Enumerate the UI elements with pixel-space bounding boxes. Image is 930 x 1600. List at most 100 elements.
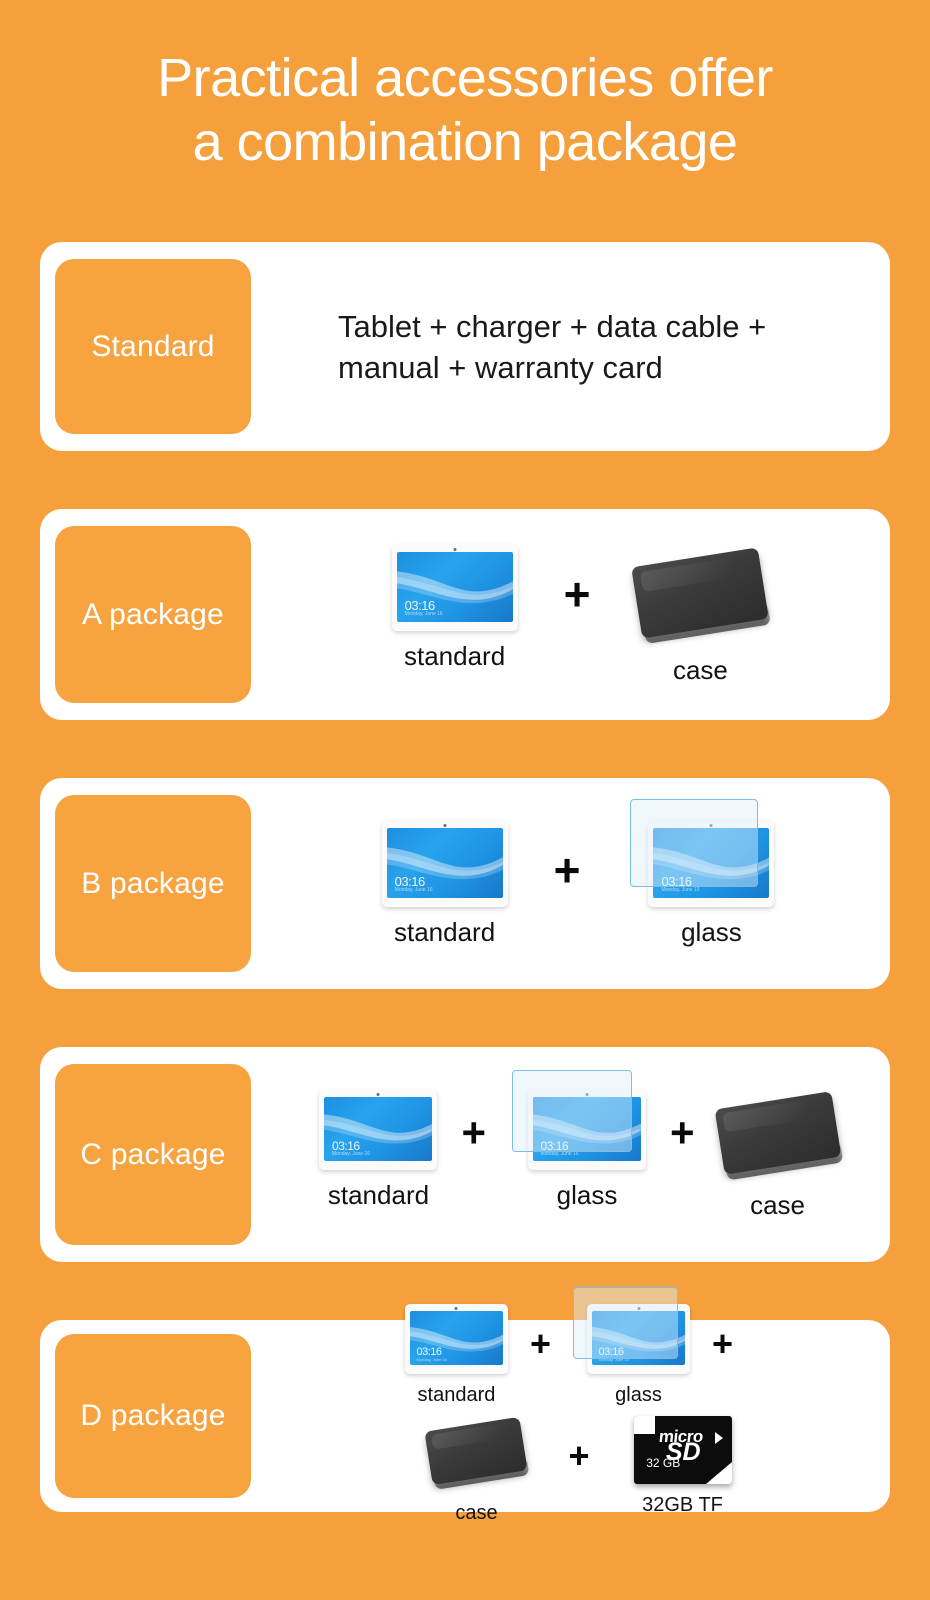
tablet-icon: 03:16 Monday, June 16 [587, 1304, 690, 1374]
camera-dot-icon [376, 1092, 380, 1096]
item-glass: 03:16 Monday, June 16 glass [630, 798, 775, 947]
package-label-text: Standard [91, 329, 215, 363]
tablet-screen: 03:16 Monday, June 16 [324, 1096, 433, 1161]
tablet-clock-sub: Monday, June 16 [416, 1356, 447, 1362]
tablet-screen: 03:16 Monday, June 16 [533, 1096, 641, 1161]
standard-description: Tablet + charger + data cable + manual +… [338, 308, 767, 385]
package-label-c: C package [55, 1064, 251, 1245]
package-label-a: A package [55, 526, 251, 703]
plus-separator: + [670, 1108, 695, 1156]
package-content-d: 03:16 Monday, June 16 standard + 03:16 M… [266, 1287, 890, 1524]
package-content-a: 03:16 Monday, June 16 standard + case [266, 509, 890, 720]
plus-separator: + [461, 1108, 486, 1156]
item-caption: glass [615, 1384, 662, 1406]
item-standard: 03:16 Monday, June 16 standard [404, 1304, 508, 1410]
page-title: Practical accessories offer a combinatio… [0, 0, 930, 174]
tablet-icon: 03:16 Monday, June 16 [391, 544, 518, 631]
package-items-d-row-2: case + micro SD 32 GB 32GB TF [284, 1416, 876, 1528]
package-content-b: 03:16 Monday, June 16 standard + 03:16 M… [266, 778, 890, 989]
case-icon [424, 1416, 530, 1490]
sdcard-arrow-icon [714, 1432, 723, 1445]
package-items-d-row-1: 03:16 Monday, June 16 standard + 03:16 M… [284, 1287, 876, 1410]
camera-dot-icon [453, 547, 457, 551]
tablet-screen: 03:16 Monday, June 16 [592, 1311, 685, 1365]
item-case: case [714, 1090, 844, 1220]
tablet-clock-sub: Monday, June 16 [394, 887, 433, 894]
item-glass: 03:16 Monday, June 16 glass [573, 1287, 690, 1410]
sdcard-capacity-text: 32 GB [646, 1456, 681, 1471]
tablet-clock-sub: Monday, June 16 [332, 1150, 371, 1157]
tablet-clock-sub: Monday, June 16 [540, 1150, 579, 1157]
item-caption: case [455, 1502, 498, 1524]
item-caption: case [672, 654, 728, 685]
tablet-screen: 03:16 Monday, June 16 [396, 551, 513, 622]
item-caption: case [750, 1189, 805, 1220]
plus-separator: + [529, 1323, 551, 1364]
tablet-icon: 03:16 Monday, June 16 [648, 820, 775, 907]
item-standard: 03:16 Monday, June 16 standard [391, 544, 518, 671]
item-caption: standard [417, 1384, 496, 1406]
package-label-text: A package [82, 597, 224, 631]
tablet-screen: 03:16 Monday, June 16 [653, 827, 770, 898]
tablet-icon: 03:16 Monday, June 16 [528, 1089, 646, 1170]
item-case: case [424, 1416, 530, 1528]
package-items-b: 03:16 Monday, June 16 standard + 03:16 M… [266, 798, 890, 947]
package-list: Standard Tablet + charger + data cable +… [40, 242, 890, 1524]
item-caption: standard [403, 640, 506, 671]
package-items-c: 03:16 Monday, June 16 standard + 03:16 M… [266, 1069, 890, 1220]
camera-dot-icon [709, 823, 713, 827]
glass-icon: 03:16 Monday, June 16 [630, 798, 775, 907]
package-content-standard: Tablet + charger + data cable + manual +… [266, 242, 890, 451]
package-content-c: 03:16 Monday, June 16 standard + 03:16 M… [266, 1047, 890, 1262]
tablet-clock-sub: Monday, June 16 [598, 1356, 629, 1362]
package-items-d: 03:16 Monday, June 16 standard + 03:16 M… [266, 1287, 890, 1528]
item-glass: 03:16 Monday, June 16 glass [512, 1069, 646, 1210]
item-standard: 03:16 Monday, June 16 standard [381, 820, 508, 947]
camera-dot-icon [585, 1092, 589, 1096]
tablet-icon: 03:16 Monday, June 16 [381, 820, 508, 907]
package-label-standard: Standard [55, 259, 251, 434]
item-caption: 32GB TF [642, 1494, 723, 1516]
package-row-d: D package 03:16 Monday, June 16 standard… [40, 1287, 890, 1524]
package-row-c: C package 03:16 Monday, June 16 standard… [40, 1047, 890, 1262]
package-label-text: B package [81, 866, 225, 900]
package-label-text: C package [80, 1137, 226, 1171]
case-sheen [431, 1424, 500, 1451]
item-caption: glass [556, 1179, 618, 1210]
case-icon [714, 1090, 844, 1180]
package-row-standard: Standard Tablet + charger + data cable +… [40, 242, 890, 451]
sdcard-notch [705, 1462, 732, 1484]
package-items-a: 03:16 Monday, June 16 standard + case [266, 544, 890, 685]
item-caption: glass [681, 916, 742, 947]
tablet-screen: 03:16 Monday, June 16 [409, 1311, 503, 1365]
sdcard-corner-cut [633, 1416, 656, 1434]
package-row-b: B package 03:16 Monday, June 16 standard… [40, 778, 890, 989]
item-caption: standard [327, 1179, 430, 1210]
tablet-screen: 03:16 Monday, June 16 [386, 827, 503, 898]
package-label-b: B package [55, 795, 251, 972]
item-case: case [631, 545, 772, 685]
item-caption: standard [393, 916, 496, 947]
item-standard: 03:16 Monday, June 16 standard [319, 1089, 438, 1210]
glass-icon: 03:16 Monday, June 16 [573, 1287, 690, 1374]
case-sheen [721, 1100, 807, 1132]
glass-icon: 03:16 Monday, June 16 [512, 1069, 646, 1170]
plus-separator: + [563, 567, 591, 620]
plus-separator: + [553, 843, 581, 896]
package-label-d: D package [55, 1334, 251, 1498]
camera-dot-icon [454, 1307, 458, 1310]
plus-separator: + [712, 1323, 734, 1364]
case-icon [631, 546, 772, 645]
plus-separator: + [568, 1435, 590, 1476]
tablet-clock-sub: Monday, June 16 [661, 887, 700, 894]
case-sheen [640, 557, 732, 592]
item-sdcard: micro SD 32 GB 32GB TF [633, 1416, 732, 1520]
tablet-clock-sub: Monday, June 16 [404, 611, 443, 618]
tablet-icon: 03:16 Monday, June 16 [319, 1089, 438, 1170]
page-title-line-1: Practical accessories offer [157, 48, 773, 108]
microsd-card-icon: micro SD 32 GB [633, 1416, 732, 1484]
camera-dot-icon [443, 823, 447, 827]
package-label-text: D package [80, 1399, 226, 1432]
package-row-a: A package 03:16 Monday, June 16 standard… [40, 509, 890, 720]
camera-dot-icon [637, 1307, 640, 1310]
